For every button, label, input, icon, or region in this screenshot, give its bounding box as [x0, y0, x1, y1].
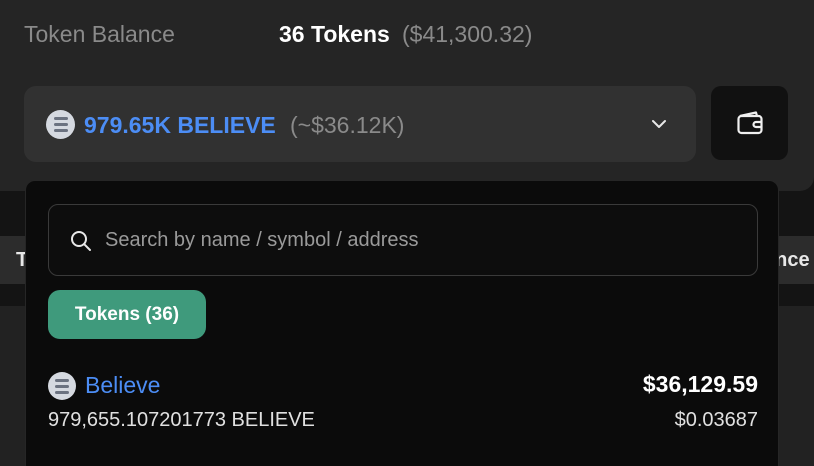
token-amount: 979,655.107201773 BELIEVE — [48, 409, 315, 431]
token-dropdown-panel: Tokens (36) Believe 979,655.107201773 BE… — [25, 180, 779, 466]
chevron-down-icon — [652, 120, 666, 128]
token-usd-value: $36,129.59 — [642, 371, 758, 397]
balance-usd-total: ($41,300.32) — [402, 21, 533, 47]
selected-token-amount: 979.65K BELIEVE — [84, 112, 276, 138]
token-search-input[interactable] — [105, 225, 725, 255]
token-search-box[interactable] — [48, 204, 758, 276]
wallet-icon — [736, 111, 763, 135]
balance-label: Token Balance — [24, 21, 175, 47]
token-list-item[interactable]: Believe 979,655.107201773 BELIEVE $36,12… — [48, 367, 758, 433]
token-name: Believe — [85, 372, 161, 398]
wallet-button[interactable] — [711, 86, 788, 160]
token-balance-widget: Token Balance 36 Tokens ($41,300.32) 979… — [0, 0, 814, 466]
token-logo-icon — [48, 372, 76, 400]
search-icon — [71, 231, 91, 251]
token-select-dropdown[interactable]: 979.65K BELIEVE (~$36.12K) — [24, 86, 696, 162]
balance-token-count: 36 Tokens — [279, 21, 390, 47]
selected-token-usd: (~$36.12K) — [290, 112, 405, 138]
tab-tokens[interactable]: Tokens (36) — [48, 290, 206, 339]
token-price: $0.03687 — [674, 409, 758, 431]
token-logo-icon — [46, 110, 75, 139]
